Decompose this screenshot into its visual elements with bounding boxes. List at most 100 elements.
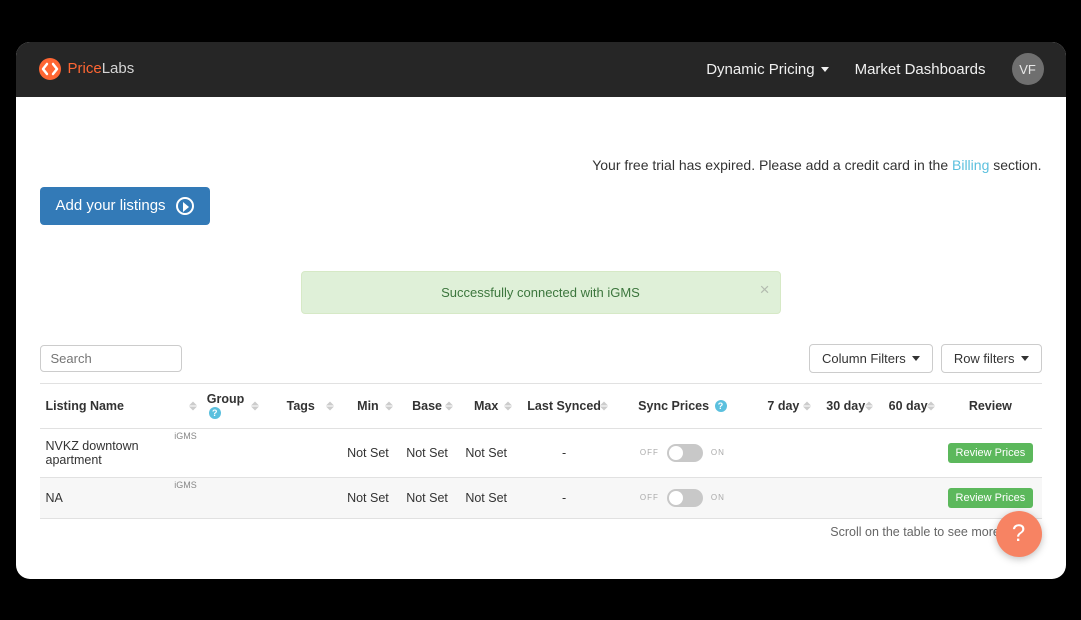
help-icon[interactable]: ? bbox=[715, 400, 727, 412]
th-group-label: Group bbox=[207, 392, 245, 406]
nav-dynamic-pricing-label: Dynamic Pricing bbox=[706, 61, 814, 78]
th-max[interactable]: Max bbox=[457, 384, 516, 429]
sort-icon bbox=[445, 401, 453, 410]
toggle-on-label: ON bbox=[711, 493, 725, 502]
cell-7day bbox=[752, 428, 814, 477]
th-base-label: Base bbox=[412, 399, 442, 413]
alert-close-button[interactable]: × bbox=[760, 281, 770, 298]
sync-toggle[interactable] bbox=[667, 444, 703, 462]
brand[interactable]: PriceLabs bbox=[38, 57, 135, 81]
trial-expired-message: Your free trial has expired. Please add … bbox=[40, 157, 1042, 173]
trial-suffix: section. bbox=[989, 157, 1041, 173]
cell-sync-prices: OFF ON bbox=[612, 477, 752, 518]
th-base[interactable]: Base bbox=[397, 384, 456, 429]
cell-30day bbox=[815, 477, 877, 518]
cell-tags bbox=[263, 428, 338, 477]
column-filters-label: Column Filters bbox=[822, 351, 906, 366]
search-input[interactable] bbox=[40, 345, 182, 372]
sort-icon bbox=[865, 401, 873, 410]
avatar[interactable]: VF bbox=[1012, 53, 1044, 85]
th-7day-label: 7 day bbox=[767, 399, 799, 413]
review-prices-button[interactable]: Review Prices bbox=[948, 488, 1034, 508]
help-fab-icon: ? bbox=[1012, 520, 1025, 548]
sort-icon bbox=[927, 401, 935, 410]
add-listings-button[interactable]: Add your listings bbox=[40, 187, 210, 225]
caret-down-icon bbox=[912, 356, 920, 361]
cell-max: Not Set bbox=[457, 477, 516, 518]
row-filters-label: Row filters bbox=[954, 351, 1015, 366]
toggle-off-label: OFF bbox=[640, 493, 659, 502]
add-listings-label: Add your listings bbox=[56, 197, 166, 214]
navbar: PriceLabs Dynamic Pricing Market Dashboa… bbox=[16, 42, 1066, 97]
sort-icon bbox=[385, 401, 393, 410]
sort-icon bbox=[326, 401, 334, 410]
th-min[interactable]: Min bbox=[338, 384, 397, 429]
brand-logo-icon bbox=[38, 57, 62, 81]
pms-tag: iGMS bbox=[174, 480, 197, 490]
cell-group bbox=[201, 428, 263, 477]
listings-table: Listing Name Group? Tags Min bbox=[40, 384, 1042, 519]
sync-toggle[interactable] bbox=[667, 489, 703, 507]
cell-listing-name[interactable]: iGMS NA bbox=[40, 477, 201, 518]
table-toolbar: Column Filters Row filters bbox=[40, 344, 1042, 373]
th-7day[interactable]: 7 day bbox=[752, 384, 814, 429]
sort-icon bbox=[251, 401, 259, 410]
nav-market-dashboards-label: Market Dashboards bbox=[855, 61, 986, 78]
help-fab[interactable]: ? bbox=[996, 511, 1042, 557]
th-listing-name-label: Listing Name bbox=[46, 399, 125, 413]
th-last-synced[interactable]: Last Synced bbox=[516, 384, 613, 429]
toggle-off-label: OFF bbox=[640, 448, 659, 457]
th-listing-name[interactable]: Listing Name bbox=[40, 384, 201, 429]
cell-60day bbox=[877, 428, 939, 477]
scroll-hint: Scroll on the table to see more listings bbox=[40, 525, 1042, 539]
sort-icon bbox=[803, 401, 811, 410]
nav-market-dashboards[interactable]: Market Dashboards bbox=[855, 61, 986, 78]
th-review-label: Review bbox=[969, 399, 1012, 413]
th-30day-label: 30 day bbox=[826, 399, 865, 413]
avatar-initials: VF bbox=[1019, 62, 1036, 77]
sort-icon bbox=[600, 401, 608, 410]
th-sync-prices-label: Sync Prices bbox=[638, 399, 709, 413]
sort-icon bbox=[189, 401, 197, 410]
caret-down-icon bbox=[821, 67, 829, 72]
app-window: PriceLabs Dynamic Pricing Market Dashboa… bbox=[16, 42, 1066, 579]
cell-last-synced: - bbox=[516, 477, 613, 518]
cell-sync-prices: OFF ON bbox=[612, 428, 752, 477]
help-icon[interactable]: ? bbox=[209, 407, 221, 419]
trial-prefix: Your free trial has expired. Please add … bbox=[592, 157, 952, 173]
th-60day-label: 60 day bbox=[889, 399, 928, 413]
success-alert: Successfully connected with iGMS × bbox=[301, 271, 781, 314]
listing-name-text: NA bbox=[46, 491, 63, 505]
th-tags-label: Tags bbox=[287, 399, 315, 413]
sort-icon bbox=[504, 401, 512, 410]
th-tags[interactable]: Tags bbox=[263, 384, 338, 429]
th-group[interactable]: Group? bbox=[201, 384, 263, 429]
arrow-right-circle-icon bbox=[176, 197, 194, 215]
cell-base: Not Set bbox=[397, 477, 456, 518]
cell-last-synced: - bbox=[516, 428, 613, 477]
cell-max: Not Set bbox=[457, 428, 516, 477]
cell-listing-name[interactable]: iGMS NVKZ downtown apartment bbox=[40, 428, 201, 477]
table-row: iGMS NA Not Set Not Set Not Set - OFF ON… bbox=[40, 477, 1042, 518]
listings-table-wrap: Listing Name Group? Tags Min bbox=[40, 383, 1042, 519]
cell-base: Not Set bbox=[397, 428, 456, 477]
th-last-synced-label: Last Synced bbox=[527, 399, 601, 413]
table-row: iGMS NVKZ downtown apartment Not Set Not… bbox=[40, 428, 1042, 477]
cell-7day bbox=[752, 477, 814, 518]
row-filters-button[interactable]: Row filters bbox=[941, 344, 1042, 373]
billing-link[interactable]: Billing bbox=[952, 157, 989, 173]
th-30day[interactable]: 30 day bbox=[815, 384, 877, 429]
listing-name-text: NVKZ downtown apartment bbox=[46, 439, 139, 467]
cell-min: Not Set bbox=[338, 477, 397, 518]
brand-text: PriceLabs bbox=[68, 60, 135, 78]
th-sync-prices[interactable]: Sync Prices ? bbox=[612, 384, 752, 429]
pms-tag: iGMS bbox=[174, 431, 197, 441]
cell-60day bbox=[877, 477, 939, 518]
column-filters-button[interactable]: Column Filters bbox=[809, 344, 933, 373]
review-prices-button[interactable]: Review Prices bbox=[948, 443, 1034, 463]
cell-30day bbox=[815, 428, 877, 477]
th-max-label: Max bbox=[474, 399, 498, 413]
nav-dynamic-pricing[interactable]: Dynamic Pricing bbox=[706, 61, 828, 78]
cell-group bbox=[201, 477, 263, 518]
th-60day[interactable]: 60 day bbox=[877, 384, 939, 429]
